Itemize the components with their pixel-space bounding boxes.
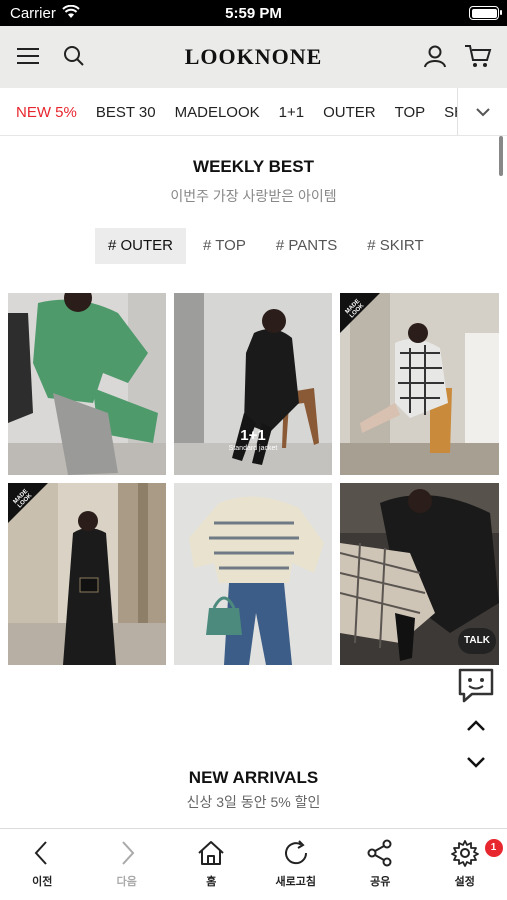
tag-top[interactable]: # TOP [190, 228, 259, 264]
bottom-toolbar: 이전 다음 홈 새로고침 공유 1 설정 [0, 828, 507, 900]
refresh-label: 새로고침 [275, 876, 316, 888]
cart-icon[interactable] [463, 42, 493, 70]
tag-skirt[interactable]: # SKIRT [354, 228, 436, 264]
app-header: LOOKNONE [0, 26, 507, 88]
notification-badge: 1 [484, 839, 503, 857]
promo-label: 1+1 [240, 427, 266, 444]
product-image [8, 293, 166, 475]
home-label: 홈 [206, 876, 217, 888]
product-card[interactable]: 1+1 Standard jacket [174, 293, 332, 475]
category-1plus1[interactable]: 1+1 [279, 104, 304, 121]
tag-outer[interactable]: # OUTER [95, 228, 187, 264]
talk-button[interactable]: TALK [458, 628, 496, 654]
new-arrivals-title: NEW ARRIVALS [188, 768, 319, 787]
product-name-overlay: Standard jacket [228, 445, 278, 452]
chevron-left-icon [34, 841, 47, 865]
category-nav: NEW 5% BEST 30 MADELOOK 1+1 OUTER TOP SH… [0, 88, 507, 136]
battery-icon [469, 6, 502, 20]
settings-button[interactable]: 1 설정 [423, 829, 507, 900]
clock: 5:59 PM [225, 5, 282, 22]
product-card[interactable]: MADE LOOK [8, 483, 166, 665]
refresh-icon [284, 840, 307, 865]
new-arrivals-subtitle: 신상 3일 동안 5% 할인 [186, 794, 321, 810]
refresh-button[interactable]: 새로고침 [254, 829, 339, 900]
category-best[interactable]: BEST 30 [96, 104, 156, 121]
home-icon [198, 841, 224, 865]
product-card[interactable]: MADE LOOK [340, 293, 499, 475]
madelook-badge: MADE LOOK [340, 293, 380, 333]
share-icon [367, 839, 392, 867]
gear-icon [450, 840, 479, 867]
weekly-best-subtitle: 이번주 가장 사랑받은 아이템 [170, 188, 337, 204]
home-button[interactable]: 홈 [169, 829, 254, 900]
scroll-top-icon[interactable] [464, 716, 488, 736]
category-outer[interactable]: OUTER [323, 104, 376, 121]
back-label: 이전 [32, 876, 53, 888]
back-button[interactable]: 이전 [0, 829, 85, 900]
category-new[interactable]: NEW 5% [16, 104, 77, 121]
weekly-tag-filter: # OUTER # TOP # PANTS # SKIRT [95, 228, 441, 264]
product-card[interactable] [174, 483, 332, 665]
tag-pants[interactable]: # PANTS [263, 228, 350, 264]
category-top[interactable]: TOP [395, 104, 426, 121]
product-grid: 1+1 Standard jacket MADE LOOK MADE LOOK [8, 293, 499, 665]
chevron-down-icon[interactable] [457, 88, 507, 135]
share-label: 공유 [370, 876, 391, 888]
weekly-best-title: WEEKLY BEST [193, 157, 314, 176]
chevron-right-icon [122, 841, 135, 865]
category-madelook[interactable]: MADELOOK [175, 104, 260, 121]
madelook-badge: MADE LOOK [8, 483, 48, 523]
settings-label: 설정 [454, 876, 475, 888]
forward-label: 다음 [116, 876, 137, 888]
user-icon[interactable] [421, 42, 449, 70]
forward-button[interactable]: 다음 [85, 829, 170, 900]
product-image [174, 483, 332, 665]
status-bar: Carrier 5:59 PM [0, 0, 507, 26]
chat-icon[interactable] [456, 666, 496, 704]
product-card[interactable] [8, 293, 166, 475]
share-button[interactable]: 공유 [338, 829, 423, 900]
